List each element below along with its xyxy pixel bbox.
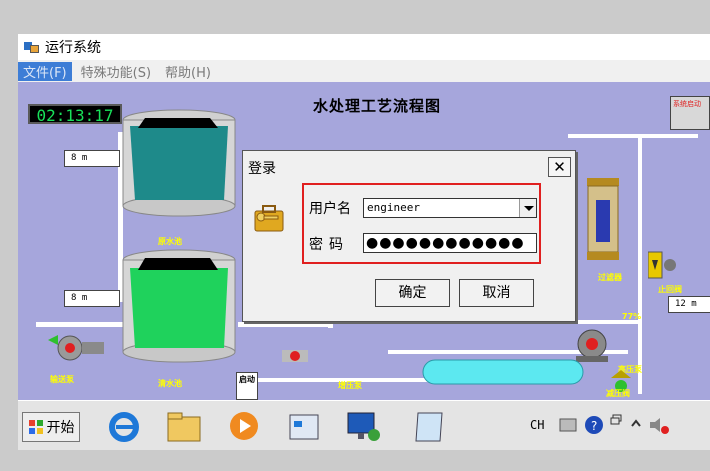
username-select[interactable]: engineer [363, 198, 537, 218]
ok-button[interactable]: 确定 [375, 279, 450, 307]
help-icon[interactable]: ? [584, 415, 604, 435]
menu-help[interactable]: 帮助(H) [160, 62, 216, 81]
chevron-up-icon[interactable] [630, 417, 642, 433]
username-value: engineer [367, 201, 420, 214]
pump-left-label: 输送泵 [50, 375, 74, 384]
dialog-title: 登录 [248, 161, 276, 177]
menu-bar: 文件(F) 特殊功能(S) 帮助(H) [18, 60, 710, 82]
level-readout-2: 8 m [64, 290, 120, 307]
keyboard-icon[interactable] [558, 415, 578, 435]
pressure-valve[interactable] [282, 344, 312, 370]
chevron-down-icon[interactable] [519, 199, 536, 217]
filter-column [587, 178, 619, 260]
window-title: 运行系统 [45, 40, 101, 56]
boost-pump-label: 增压泵 [338, 381, 362, 390]
tank2-label: 清水池 [158, 379, 182, 388]
notepad-icon[interactable] [410, 407, 450, 445]
start-button[interactable]: 开始 [22, 412, 80, 442]
ie-icon[interactable] [104, 407, 144, 445]
screen: 运行系统 文件(F) 特殊功能(S) 帮助(H) 02:13:17 水处理工艺流… [0, 0, 710, 471]
window-restore-icon[interactable] [610, 413, 624, 437]
pump-left [48, 335, 104, 361]
tank-clear [122, 249, 236, 363]
svg-text:?: ? [591, 419, 597, 433]
login-dialog: 登录 ✕ 用户名 密码 engineer ●●●●●●●●●●●● 确定 取消 [242, 150, 576, 322]
close-button[interactable]: ✕ [548, 157, 571, 177]
windows-logo-icon [28, 420, 43, 434]
tank-raw [122, 109, 236, 217]
level-readout-1: 8 m [64, 150, 120, 167]
username-label: 用户名 [309, 201, 351, 217]
file-manager-icon[interactable] [284, 407, 324, 445]
pipe [568, 134, 698, 138]
explorer-icon[interactable] [164, 407, 204, 445]
title-bar: 运行系统 [18, 34, 710, 60]
storage-cylinder [422, 359, 584, 385]
start-label: 开始 [46, 420, 75, 436]
check-valve-label: 止回阀 [658, 285, 682, 294]
diagram-title: 水处理工艺流程图 [313, 97, 442, 115]
level-readout-3: 12 m [668, 296, 710, 313]
filter-label: 过滤器 [598, 273, 622, 282]
pipe [238, 322, 328, 327]
clock-display: 02:13:17 [28, 104, 122, 125]
speaker-muted-icon[interactable] [648, 415, 670, 437]
menu-special[interactable]: 特殊功能(S) [76, 62, 156, 81]
taskbar: 开始 CH ? [18, 400, 710, 450]
remote-desktop-icon[interactable] [344, 407, 384, 445]
pressure-valve-label: 减压阀 [606, 389, 630, 398]
system-start-button[interactable]: 系统启动 [670, 96, 710, 130]
keys-icon [254, 205, 284, 232]
media-player-icon[interactable] [224, 407, 264, 445]
percent-label: 77% [622, 312, 642, 321]
language-indicator[interactable]: CH [530, 418, 544, 432]
check-valve[interactable] [648, 250, 678, 280]
menu-file[interactable]: 文件(F) [18, 61, 72, 81]
start-box[interactable]: 启动 [236, 372, 258, 400]
tank1-label: 原水池 [158, 237, 182, 246]
password-label: 密码 [309, 237, 349, 253]
app-icon [24, 40, 40, 54]
pipe [638, 134, 642, 394]
cancel-button[interactable]: 取消 [459, 279, 534, 307]
password-field[interactable]: ●●●●●●●●●●●● [363, 233, 537, 253]
